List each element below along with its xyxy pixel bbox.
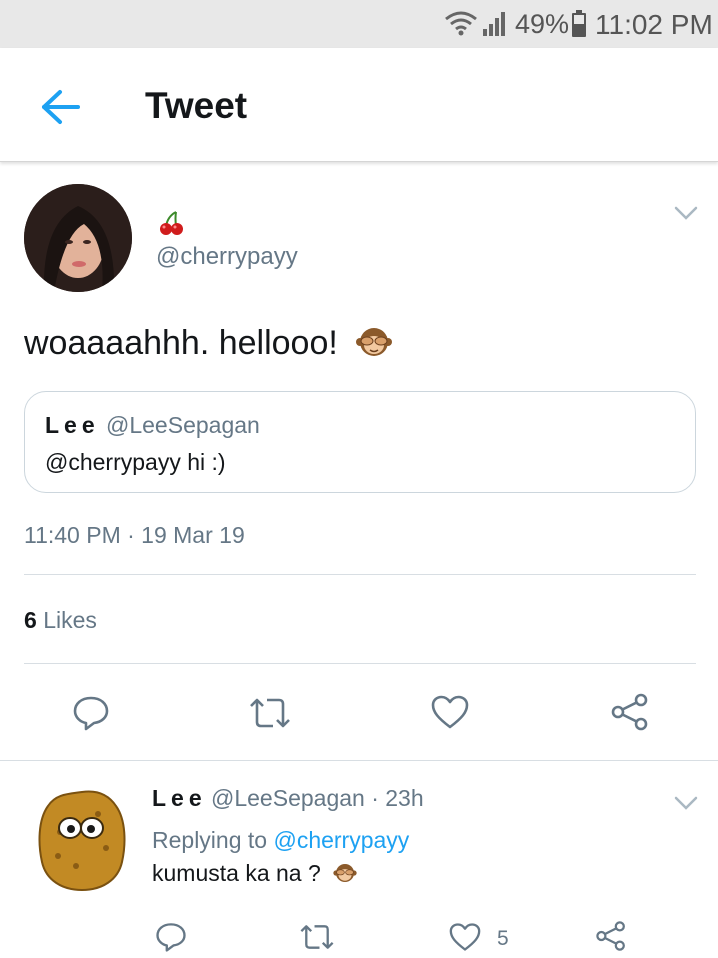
tweet-timestamp: 11:40 PM · 19 Mar 19 [24,522,245,548]
reply-author-name[interactable]: Lee [152,785,207,812]
likes-count: 6 [24,607,37,633]
reply-author-avatar[interactable] [36,788,128,892]
quoted-tweet-text: @cherrypayy hi :) [45,449,226,475]
like-icon[interactable] [430,694,470,730]
replying-to-prefix: Replying to [152,827,268,853]
replying-to-line: Replying to @cherrypayy [152,827,409,854]
see-no-evil-monkey-emoji [333,863,357,883]
author-handle[interactable]: @cherrypayy [156,243,298,271]
replying-to-link[interactable]: @cherrypayy [273,827,409,853]
status-bar: 49% 11:02 PM [0,0,718,48]
reply-like-count: 5 [497,927,509,950]
divider [24,663,696,664]
reply-text: kumusta ka na ? [152,860,321,886]
section-separator [0,760,718,761]
share-icon[interactable] [610,693,650,731]
reply-author-handle[interactable]: @LeeSepagan · 23h [211,785,424,812]
cherry-emoji [160,211,183,235]
chevron-down-icon[interactable] [674,205,698,221]
likes-summary[interactable]: 6 Likes [24,607,97,634]
status-clock: 11:02 PM [595,9,713,40]
back-arrow-icon[interactable] [38,88,82,126]
divider [24,574,696,575]
battery-percentage: 49% [515,9,570,39]
battery-icon [572,10,586,37]
like-icon[interactable] [448,922,482,952]
author-avatar[interactable] [24,184,132,292]
likes-label: Likes [43,607,97,633]
see-no-evil-monkey-emoji [356,328,392,356]
app-header: Tweet [0,48,718,162]
page-title: Tweet [145,85,248,126]
quoted-tweet[interactable]: Lee @LeeSepagan @cherrypayy hi :) [24,391,696,493]
reply-icon[interactable] [72,694,110,732]
chevron-down-icon[interactable] [674,795,698,811]
quoted-author-name: Lee [45,412,100,438]
wifi-icon [445,11,477,36]
quoted-author-handle: @LeeSepagan [106,412,260,438]
signal-icon [483,12,505,36]
retweet-icon[interactable] [247,696,293,730]
share-icon[interactable] [595,920,627,952]
reply-icon[interactable] [155,921,187,953]
tweet-text: woaaaahhh. hellooo! [24,324,338,362]
retweet-icon[interactable] [298,923,336,951]
